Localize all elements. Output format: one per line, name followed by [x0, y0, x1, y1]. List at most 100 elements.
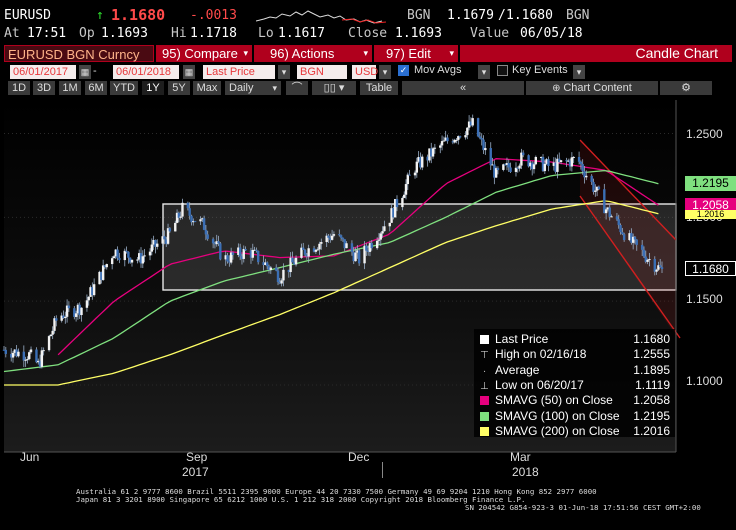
candle-body: [581, 163, 584, 172]
candle-body: [29, 349, 33, 353]
mov-avgs-checkbox[interactable]: ✓: [398, 65, 409, 76]
chevron-down-icon[interactable]: ▾: [278, 65, 290, 79]
candle-body: [226, 255, 229, 262]
compare-menu[interactable]: 95) Compare ▾: [156, 45, 252, 62]
actions-menu[interactable]: 96) Actions ▾: [254, 45, 372, 62]
candle-body: [294, 257, 298, 265]
period-button-1y[interactable]: 1Y: [142, 81, 164, 95]
period-button-max[interactable]: Max: [193, 81, 221, 95]
candle-body: [150, 244, 154, 252]
legend-value: 1.1680: [633, 332, 670, 346]
calendar-icon[interactable]: ▦: [79, 65, 91, 79]
date-separator: -: [93, 65, 97, 77]
candle-body: [282, 269, 285, 281]
candle-body: [174, 222, 177, 232]
candle-body: [604, 209, 608, 214]
dropdown-caret-icon: ▾: [243, 48, 248, 58]
candle-body: [327, 235, 330, 238]
chart-content-icon: ⊕: [552, 83, 564, 94]
candle-body: [466, 127, 469, 136]
candle-body: [47, 336, 51, 351]
candle-body: [125, 250, 128, 252]
candle-body: [431, 148, 435, 157]
chevron-down-icon[interactable]: ▾: [573, 65, 585, 79]
key-events-checkbox[interactable]: [497, 65, 508, 76]
currency-field[interactable]: USD: [352, 65, 378, 79]
legend-value: 1.2555: [633, 347, 670, 362]
candle-body: [635, 239, 638, 245]
sma200-price-box: 1.2016: [685, 210, 736, 219]
candle-body: [101, 265, 105, 280]
chart-content-button[interactable]: ⊕ Chart Content: [526, 81, 658, 95]
candle-body: [521, 152, 525, 156]
legend-swatch: [480, 396, 489, 406]
period-button-ytd[interactable]: YTD: [110, 81, 138, 95]
candle-body: [621, 232, 624, 235]
candle-body: [112, 256, 116, 259]
candle-body: [130, 259, 134, 263]
legend-value: 1.1895: [633, 362, 670, 377]
candle-body: [35, 349, 38, 363]
candle-body: [204, 229, 208, 235]
chevron-down-icon[interactable]: ▾: [478, 65, 490, 79]
candle-body: [118, 257, 121, 261]
x-year-label: 2018: [512, 465, 539, 479]
candle-body: [509, 167, 512, 172]
low-value: 1.1617: [278, 26, 325, 41]
legend-label: SMAVG (100) on Close: [495, 408, 620, 423]
period-button-1d[interactable]: 1D: [8, 81, 30, 95]
period-button-1m[interactable]: 1M: [59, 81, 81, 95]
candle-body: [585, 175, 588, 178]
legend-box: Last Price 1.1680 ⊤ High on 02/16/18 1.2555 ∙…: [474, 329, 675, 438]
security-field[interactable]: EURUSD BGN Curncy: [4, 45, 154, 62]
candle-body: [464, 135, 467, 138]
end-date-field[interactable]: 06/01/2018: [113, 65, 179, 79]
period-button-3d[interactable]: 3D: [33, 81, 55, 95]
legend-value: 1.2058: [633, 393, 670, 408]
table-button[interactable]: Table: [360, 81, 398, 95]
candle-body: [413, 172, 417, 176]
candle-body: [370, 243, 373, 249]
candle-body: [231, 252, 235, 255]
period-button-5y[interactable]: 5Y: [168, 81, 190, 95]
candle-body: [148, 251, 152, 256]
line-chart-icon[interactable]: ⌒: [286, 81, 308, 95]
frequency-select[interactable]: Daily ▾: [225, 81, 281, 95]
candle-body: [92, 284, 96, 296]
ticker: EURUSD: [4, 8, 51, 23]
candle-body: [478, 136, 482, 138]
candle-body: [592, 181, 595, 192]
price-change: -.0013: [190, 8, 237, 23]
candle-style-icon[interactable]: ▯▯ ▾: [312, 81, 356, 95]
candle-body: [85, 300, 89, 308]
legend-label: Last Price: [495, 332, 549, 346]
candle-body: [476, 118, 480, 137]
edit-menu[interactable]: 97) Edit ▾: [374, 45, 458, 62]
compare-label: 95) Compare: [162, 46, 238, 61]
candle-body: [17, 351, 20, 357]
candle-body: [559, 160, 563, 162]
last-price: 1.1680: [111, 6, 166, 24]
close-value: 1.1693: [395, 26, 442, 41]
price-type-select[interactable]: Last Price: [203, 65, 275, 79]
collapse-left-icon[interactable]: «: [402, 81, 524, 95]
candle-body: [136, 259, 139, 261]
low-label: Lo: [258, 26, 274, 41]
candle-body: [280, 280, 283, 284]
candle-body: [22, 351, 26, 361]
start-date-field[interactable]: 06/01/2017: [10, 65, 76, 79]
candle-body: [256, 250, 260, 263]
open-label: Op: [79, 26, 95, 41]
candle-body: [421, 156, 424, 168]
legend-swatch: [480, 411, 489, 421]
candle-body: [307, 248, 310, 257]
period-button-6m[interactable]: 6M: [85, 81, 107, 95]
source-field[interactable]: BGN: [297, 65, 347, 79]
gear-icon[interactable]: ⚙: [660, 81, 712, 95]
chevron-down-icon[interactable]: ▾: [379, 65, 391, 79]
calendar-icon[interactable]: ▦: [183, 65, 195, 79]
candle-body: [26, 359, 29, 361]
candle-body: [619, 225, 622, 233]
candle-body: [269, 267, 273, 271]
key-events-label: Key Events: [512, 64, 568, 76]
